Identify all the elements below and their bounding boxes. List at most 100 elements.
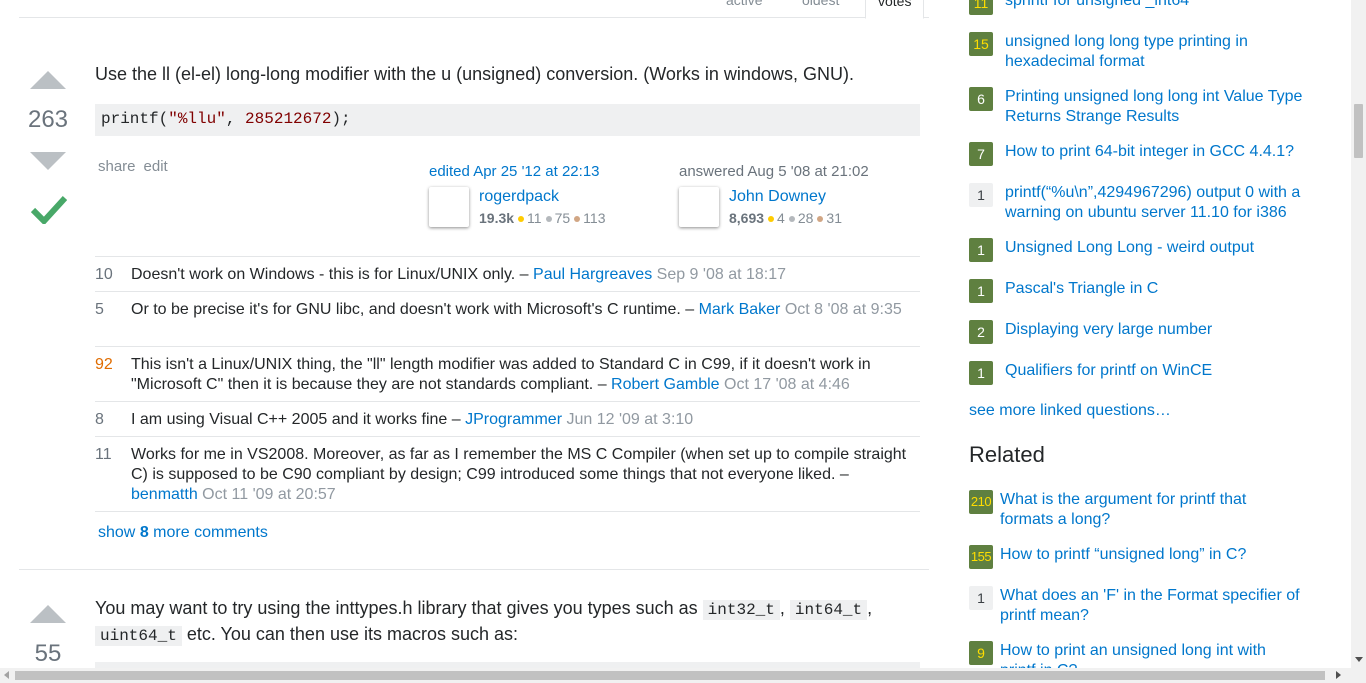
question-link[interactable]: Unsigned Long Long - weird output xyxy=(1005,238,1305,258)
comment-score: 8 xyxy=(95,411,104,428)
rep-score: 8,693 xyxy=(729,210,765,226)
scrollbar-thumb[interactable] xyxy=(1354,104,1363,158)
comment-body: Or to be precise it's for GNU libc, and … xyxy=(131,300,911,320)
comment-date: Oct 11 '09 at 20:57 xyxy=(202,486,336,503)
comment-score: 10 xyxy=(95,266,113,283)
rep-score: 19.3k xyxy=(479,210,515,226)
sort-tabs: active oldest votes xyxy=(19,0,929,19)
comment-text: Or to be precise it's for GNU libc, and … xyxy=(131,301,699,318)
question-score: 155 xyxy=(969,545,993,569)
tab-votes[interactable]: votes xyxy=(865,0,925,19)
question-link[interactable]: What is the argument for printf that for… xyxy=(1000,490,1300,530)
edit-link[interactable]: edit xyxy=(144,158,168,175)
silver-badge-icon xyxy=(545,216,552,222)
downvote-button[interactable] xyxy=(30,152,66,170)
silver-count: 28 xyxy=(797,210,814,226)
show-more-comments-link[interactable]: show 8 more comments xyxy=(98,524,268,542)
comment-date: Oct 8 '08 at 9:35 xyxy=(784,301,902,318)
answer-divider xyxy=(19,569,929,570)
comment-user[interactable]: JProgrammer xyxy=(465,411,562,428)
question-score: 6 xyxy=(969,87,993,111)
vote-count: 55 xyxy=(34,640,62,667)
question-link[interactable]: Printing unsigned long long int Value Ty… xyxy=(1005,87,1305,127)
question-link[interactable]: What does an 'F' in the Format specifier… xyxy=(1000,586,1300,626)
comment-body: I am using Visual C++ 2005 and it works … xyxy=(131,410,911,430)
answer-text-part: etc. You can then use its macros such as… xyxy=(186,624,519,644)
comment-user[interactable]: Paul Hargreaves xyxy=(533,266,652,283)
answered-timestamp: answered Aug 5 '08 at 21:02 xyxy=(679,163,869,180)
post-menu: share edit xyxy=(98,158,176,175)
bronze-count: 31 xyxy=(826,210,842,226)
scroll-down-arrow-icon[interactable] xyxy=(1355,657,1363,662)
editor-name[interactable]: rogerdpack xyxy=(479,188,559,206)
gold-badge-icon xyxy=(518,216,525,222)
see-more-linked-link[interactable]: see more linked questions… xyxy=(969,402,1171,420)
question-link[interactable]: Pascal's Triangle in C xyxy=(1005,279,1305,299)
avatar[interactable] xyxy=(679,187,719,227)
answer-text-part: You may want to try using the inttypes.h… xyxy=(95,598,698,618)
question-link[interactable]: Displaying very large number xyxy=(1005,320,1305,340)
share-link[interactable]: share xyxy=(98,158,136,175)
code-func: printf( xyxy=(101,110,169,128)
comment-date: Sep 9 '08 at 18:17 xyxy=(656,266,787,283)
comment-date: Oct 17 '08 at 4:46 xyxy=(724,376,850,393)
horizontal-scrollbar[interactable] xyxy=(0,668,1366,683)
question-link[interactable]: sprintf for unsigned _int64 xyxy=(1005,0,1305,11)
upvote-button[interactable] xyxy=(30,605,66,623)
tab-oldest[interactable]: oldest xyxy=(802,0,839,8)
inline-code: int32_t xyxy=(702,600,780,620)
comment-user[interactable]: Mark Baker xyxy=(699,301,781,318)
question-score: 7 xyxy=(969,142,993,166)
question-link[interactable]: printf(“%u\n”,4294967296) output 0 with … xyxy=(1005,183,1305,223)
question-score: 11 xyxy=(969,0,993,15)
comment-score: 5 xyxy=(95,301,104,318)
silver-badge-icon xyxy=(788,216,795,222)
avatar[interactable] xyxy=(429,187,469,227)
accepted-check-icon xyxy=(31,195,67,224)
tab-active[interactable]: active xyxy=(726,0,763,8)
comment: 92 This isn't a Linux/UNIX thing, the "l… xyxy=(95,346,920,401)
question-link[interactable]: How to printf “unsigned long” in C? xyxy=(1000,545,1300,565)
comment: 10 Doesn't work on Windows - this is for… xyxy=(95,256,920,291)
scroll-left-arrow-icon[interactable] xyxy=(4,671,9,679)
vertical-scrollbar[interactable] xyxy=(1351,0,1366,668)
code-number: 285212672 xyxy=(245,110,332,128)
question-score: 2 xyxy=(969,320,993,344)
author-reputation: 8,693 4 28 31 xyxy=(729,210,842,226)
silver-count: 75 xyxy=(554,210,571,226)
comment-body: Doesn't work on Windows - this is for Li… xyxy=(131,265,911,285)
question-link[interactable]: Qualifiers for printf on WinCE xyxy=(1005,361,1305,381)
bronze-badge-icon xyxy=(817,216,824,222)
comment-text: I am using Visual C++ 2005 and it works … xyxy=(131,411,466,428)
author-name[interactable]: John Downey xyxy=(729,188,826,206)
comment-user[interactable]: Robert Gamble xyxy=(611,376,720,393)
question-link[interactable]: How to print 64-bit integer in GCC 4.4.1… xyxy=(1005,142,1305,162)
comment-user[interactable]: benmatth xyxy=(131,486,198,503)
comment-score: 92 xyxy=(95,356,113,373)
bronze-count: 113 xyxy=(583,210,606,226)
comment: 11 Works for me in VS2008. Moreover, as … xyxy=(95,436,920,512)
bronze-badge-icon xyxy=(574,216,581,222)
gold-count: 11 xyxy=(527,210,542,226)
vote-count: 263 xyxy=(27,106,69,133)
code-end: ); xyxy=(331,110,351,128)
question-score: 210 xyxy=(969,490,993,514)
answer-text-part: , xyxy=(867,598,873,618)
scroll-right-arrow-icon[interactable] xyxy=(1336,671,1341,679)
show-more-count: 8 xyxy=(139,524,149,541)
edited-timestamp[interactable]: edited Apr 25 '12 at 22:13 xyxy=(429,163,600,180)
comment-text: Doesn't work on Windows - this is for Li… xyxy=(131,266,534,283)
gold-badge-icon xyxy=(768,216,775,222)
scrollbar-thumb[interactable] xyxy=(15,671,1325,680)
comment-date: Jun 12 '09 at 3:10 xyxy=(566,411,694,428)
code-string: "%llu" xyxy=(168,110,226,128)
comment: 5 Or to be precise it's for GNU libc, an… xyxy=(95,291,920,346)
show-more-prefix: show xyxy=(98,524,136,541)
question-score: 1 xyxy=(969,183,993,207)
question-score: 1 xyxy=(969,361,993,385)
answer-body: You may want to try using the inttypes.h… xyxy=(95,596,925,648)
question-link[interactable]: unsigned long long type printing in hexa… xyxy=(1005,32,1305,72)
question-score: 9 xyxy=(969,641,993,665)
upvote-button[interactable] xyxy=(30,71,66,89)
inline-code: int64_t xyxy=(789,600,868,620)
